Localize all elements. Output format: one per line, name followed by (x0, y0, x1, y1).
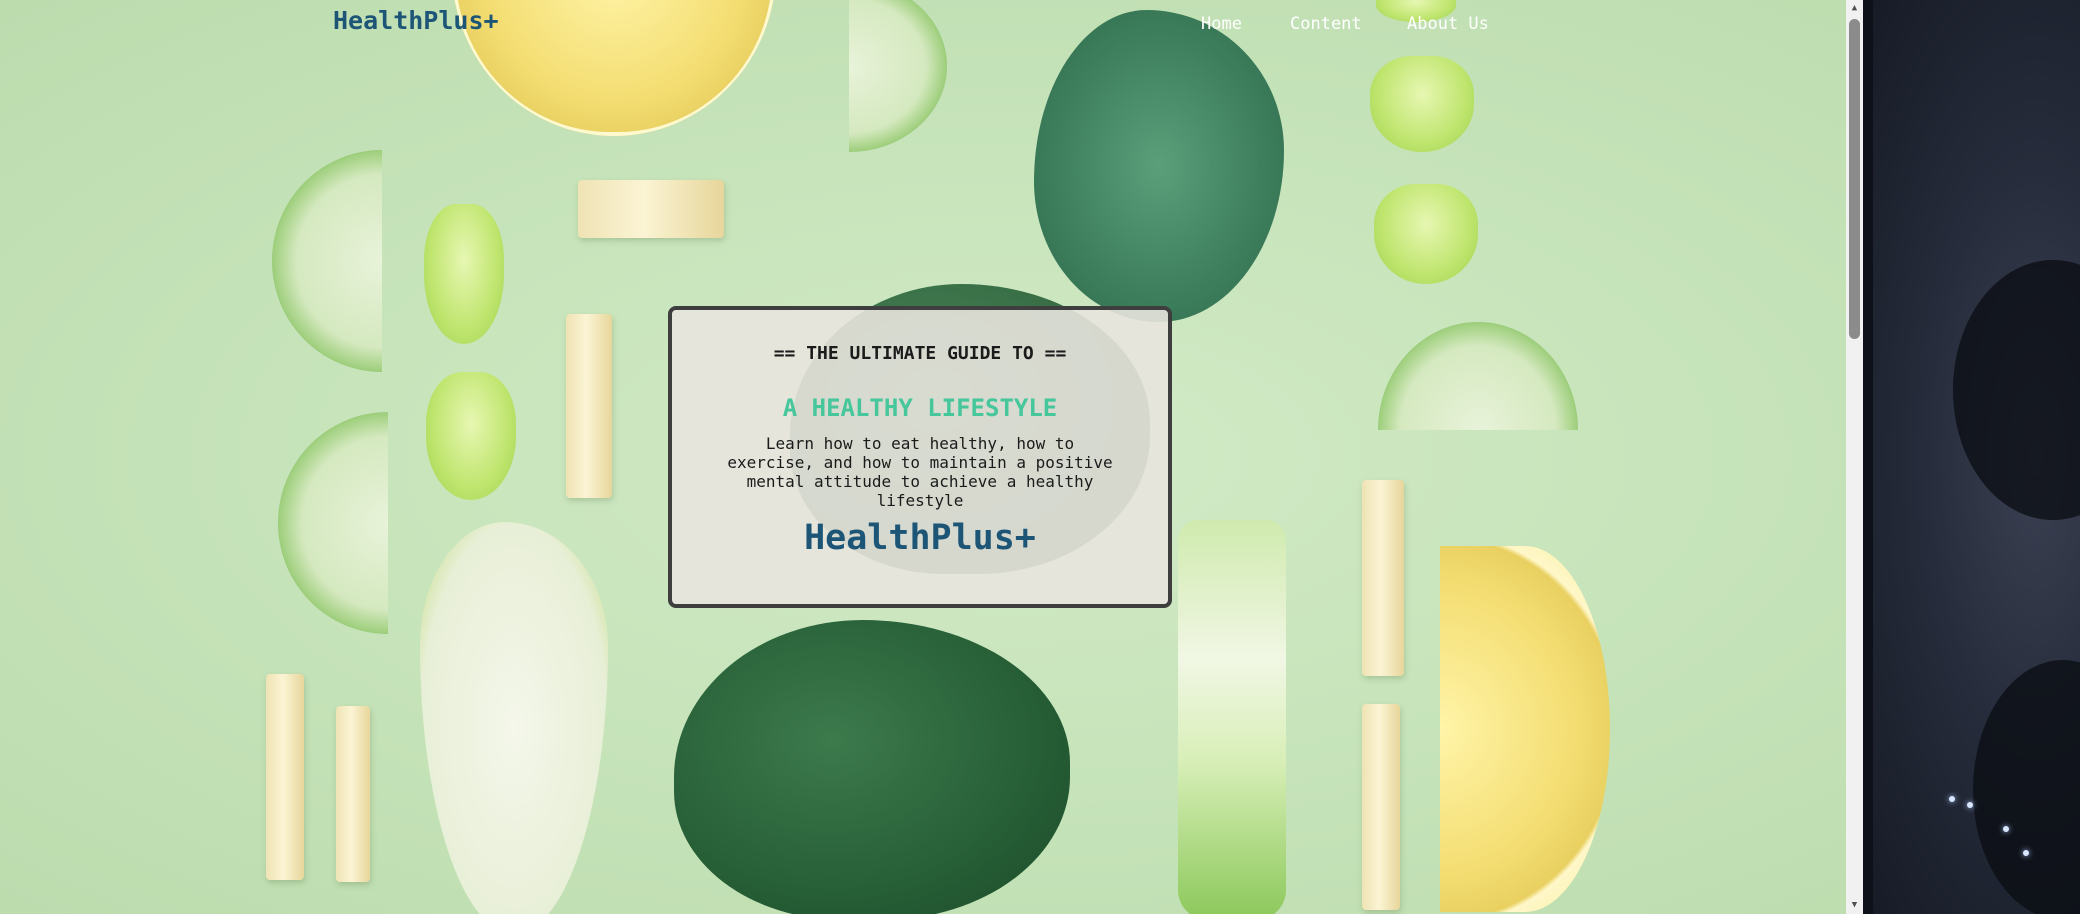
hero-card: == THE ULTIMATE GUIDE TO == A HEALTHY LI… (668, 306, 1172, 608)
cucumber-slice-decoration (272, 150, 382, 372)
hero-description: Learn how to eat healthy, how to exercis… (727, 434, 1113, 510)
brand-logo-text[interactable]: HealthPlus+ (333, 6, 499, 35)
nav-link-home[interactable]: Home (1201, 14, 1242, 34)
spinach-leaf-decoration (674, 620, 1070, 914)
light-spark-decoration (2003, 826, 2009, 832)
light-spark-decoration (1967, 802, 1973, 808)
ginger-stick-decoration (1362, 480, 1404, 676)
ginger-stick-decoration (578, 180, 724, 238)
ginger-stick-decoration (566, 314, 612, 498)
cucumber-slice-decoration (278, 412, 388, 634)
lemon-slice-decoration (1440, 546, 1610, 912)
top-navigation: HealthPlus+ Home Content About Us (0, 0, 1846, 52)
hero-kicker: == THE ULTIMATE GUIDE TO == (773, 343, 1067, 364)
celery-piece-decoration (1374, 184, 1478, 284)
dark-silhouette-decoration (1973, 660, 2080, 914)
dark-silhouette-decoration (1953, 260, 2080, 520)
celery-piece-decoration (1370, 56, 1474, 152)
ginger-stick-decoration (336, 706, 370, 882)
kale-leaf-decoration (1034, 10, 1284, 322)
ginger-stick-decoration (1362, 704, 1400, 910)
vertical-scrollbar[interactable]: ▲ ▼ (1846, 0, 1863, 914)
scroll-thumb[interactable] (1849, 19, 1860, 339)
scroll-up-arrow-icon[interactable]: ▲ (1846, 0, 1863, 17)
nav-link-content[interactable]: Content (1290, 14, 1362, 34)
browser-viewport: HealthPlus+ Home Content About Us == THE… (0, 0, 1846, 914)
hero-brand-text: HealthPlus+ (804, 518, 1036, 558)
adjacent-window-background (1863, 0, 2080, 914)
nav-link-about-us[interactable]: About Us (1407, 14, 1489, 34)
light-spark-decoration (1949, 796, 1955, 802)
apple-slice-decoration (420, 522, 608, 914)
hero-headline: A HEALTHY LIFESTYLE (782, 394, 1058, 422)
lettuce-leaf-decoration (1178, 520, 1286, 914)
cucumber-slice-decoration (1378, 322, 1578, 430)
celery-piece-decoration (426, 372, 516, 500)
window-edge (1863, 0, 1873, 914)
light-spark-decoration (2023, 850, 2029, 856)
celery-piece-decoration (424, 204, 504, 344)
scroll-down-arrow-icon[interactable]: ▼ (1846, 897, 1863, 914)
ginger-stick-decoration (266, 674, 304, 880)
